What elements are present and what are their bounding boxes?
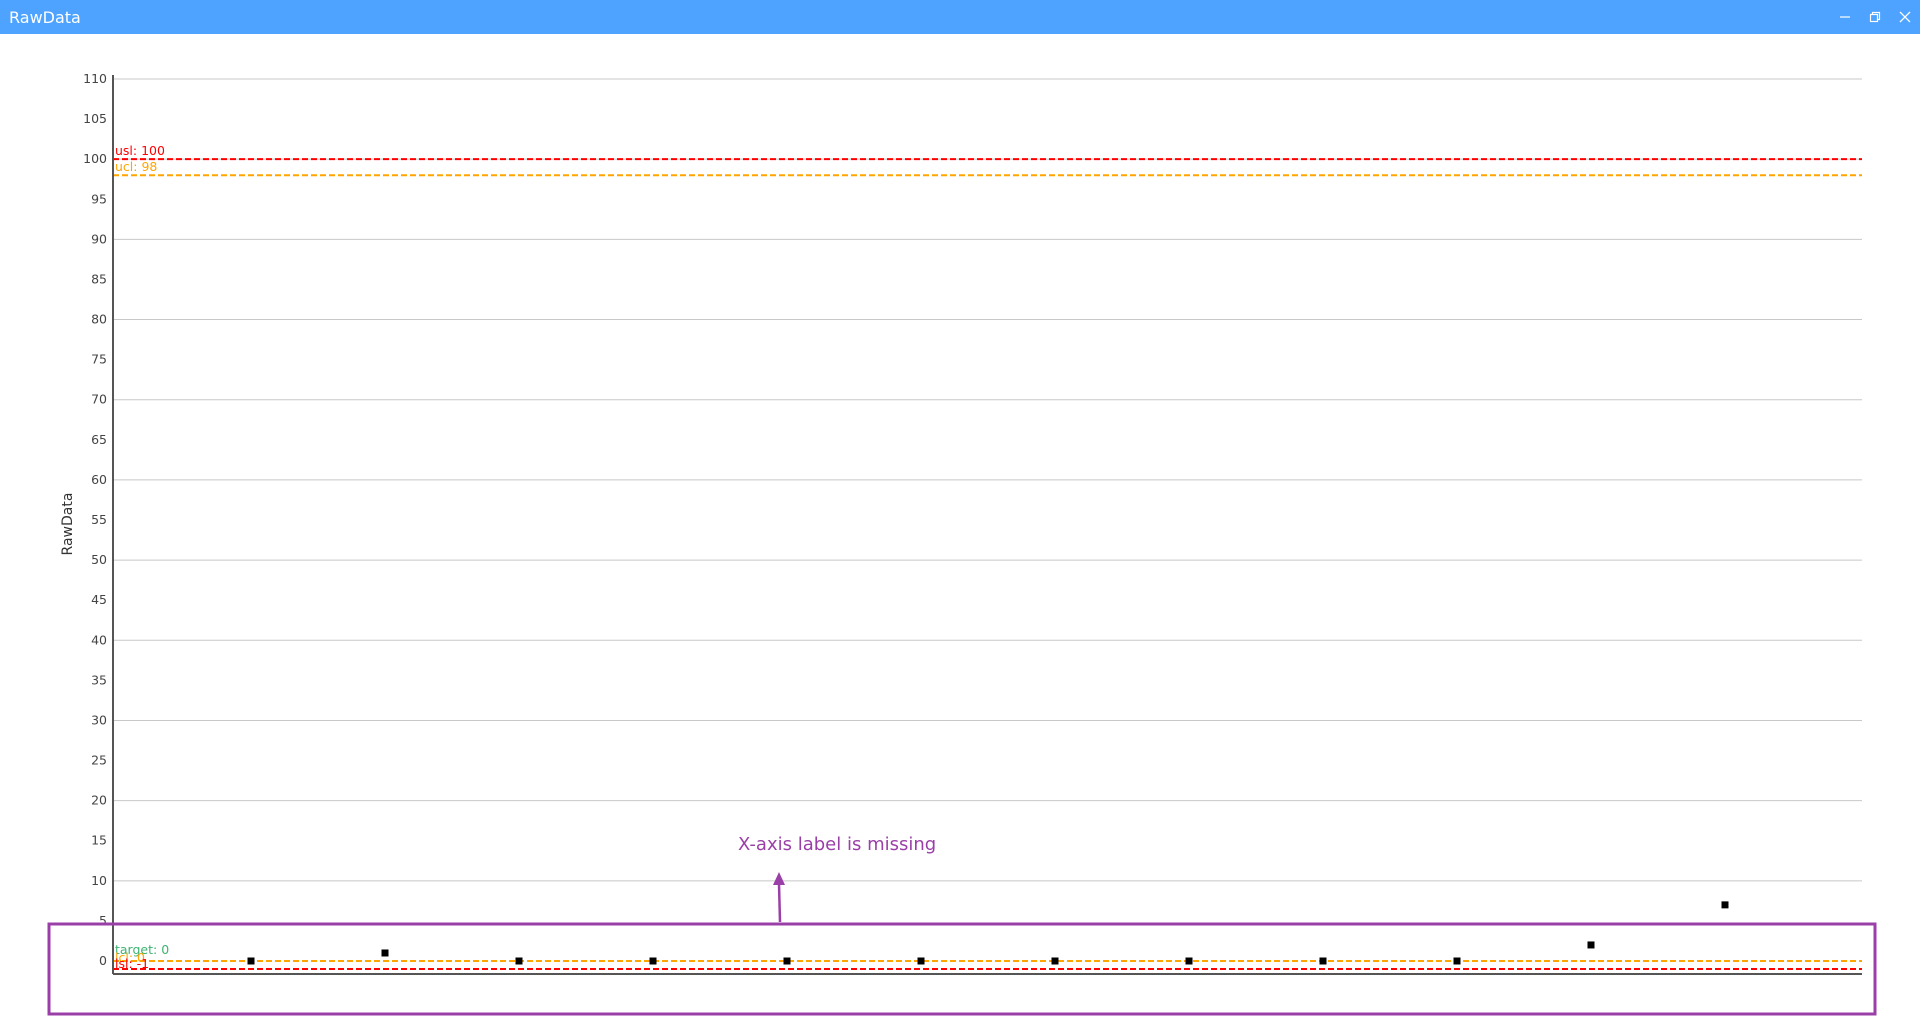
y-tick-label: 10 <box>91 873 107 888</box>
annotation: X-axis label is missing <box>47 834 1877 1016</box>
y-tick-label: 5 <box>99 913 107 928</box>
y-tick-label: 110 <box>83 71 107 86</box>
y-tick-label: 40 <box>91 632 107 647</box>
y-tick-label: 85 <box>91 271 107 286</box>
minimize-icon <box>1840 16 1850 18</box>
y-tick-label: 55 <box>91 512 107 527</box>
data-point <box>783 957 791 965</box>
axes <box>112 75 1862 975</box>
y-tick-label: 45 <box>91 592 107 607</box>
y-tick-label: 30 <box>91 712 107 727</box>
chart-area: 0 5 10 15 20 25 30 35 40 45 50 55 60 65 70 75 80 85 90 95 10… <box>0 34 1920 1032</box>
y-tick-label: 60 <box>91 472 107 487</box>
lsl-label: lsl: -1 <box>115 956 149 971</box>
window-controls <box>1830 0 1920 34</box>
grid-lines <box>113 78 1862 882</box>
y-tick-label: 50 <box>91 552 107 567</box>
y-tick-label: 80 <box>91 312 107 327</box>
y-tick-label: 100 <box>83 151 107 166</box>
y-tick-label: 70 <box>91 392 107 407</box>
minimize-button[interactable] <box>1830 0 1860 34</box>
close-button[interactable] <box>1890 0 1920 34</box>
data-point <box>247 957 255 965</box>
data-point <box>649 957 657 965</box>
annotation-arrow-head <box>773 872 785 885</box>
data-point <box>1453 957 1461 965</box>
annotation-arrow <box>777 883 782 923</box>
y-tick-label: 35 <box>91 672 107 687</box>
y-axis-label: RawData <box>60 493 76 556</box>
data-point <box>1319 957 1327 965</box>
y-tick-label: 75 <box>91 352 107 367</box>
close-icon <box>1899 11 1911 23</box>
restore-button[interactable] <box>1860 0 1890 34</box>
data-point <box>1185 957 1193 965</box>
y-tick-label: 0 <box>99 953 107 968</box>
usl-label: usl: 100 <box>115 143 165 158</box>
window-title: RawData <box>9 7 81 27</box>
data-points <box>247 901 1729 965</box>
data-point <box>381 949 389 957</box>
restore-icon <box>1869 11 1881 23</box>
y-tick-label: 20 <box>91 793 107 808</box>
data-point <box>515 957 523 965</box>
data-point <box>1587 941 1595 949</box>
y-tick-label: 15 <box>91 833 107 848</box>
data-point <box>1721 901 1729 909</box>
y-tick-label: 25 <box>91 753 107 768</box>
y-tick-label: 95 <box>91 191 107 206</box>
annotation-text: X-axis label is missing <box>738 834 936 855</box>
data-point <box>1051 957 1059 965</box>
data-point <box>917 957 925 965</box>
y-tick-labels: 0 5 10 15 20 25 30 35 40 45 50 55 60 65 70 75 80 85 90 95 10… <box>83 71 107 968</box>
reference-lines: usl: 100ucl: 98target: 0lcl: 0lsl: -1 <box>113 143 1862 971</box>
rawdata-chart: 0 5 10 15 20 25 30 35 40 45 50 55 60 65 70 75 80 85 90 95 10… <box>47 71 1877 1016</box>
y-tick-label: 65 <box>91 432 107 447</box>
window-titlebar: RawData <box>0 0 1920 34</box>
y-tick-label: 90 <box>91 231 107 246</box>
y-tick-label: 105 <box>83 111 107 126</box>
ucl-label: ucl: 98 <box>115 159 157 174</box>
